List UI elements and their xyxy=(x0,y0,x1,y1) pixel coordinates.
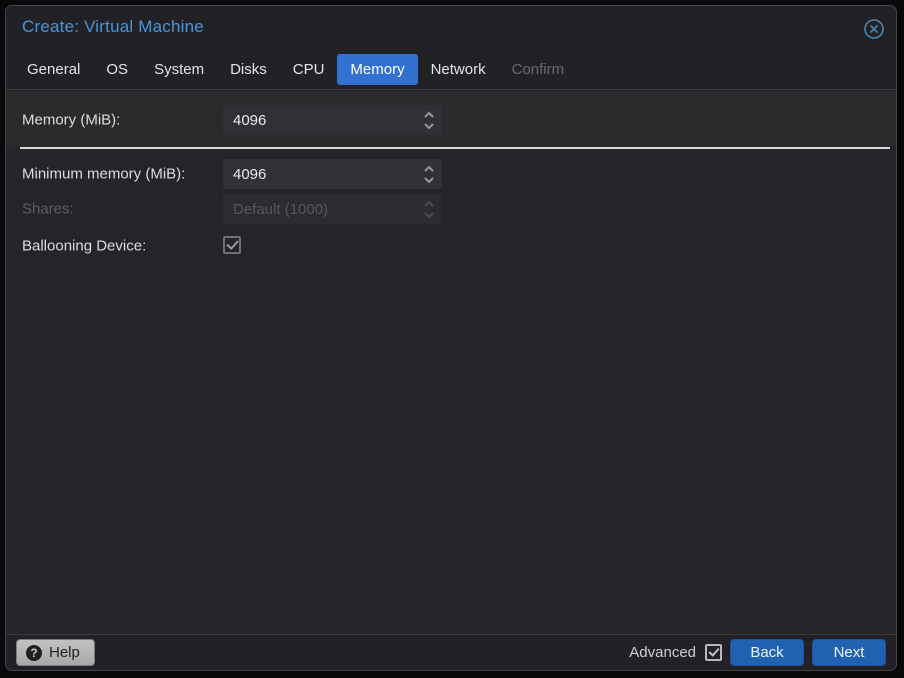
shares-label: Shares: xyxy=(22,200,74,218)
minimum-memory-row: Minimum memory (MiB): 4096 xyxy=(6,159,896,189)
tab-general[interactable]: General xyxy=(14,54,93,85)
memory-spinner-field[interactable]: 4096 xyxy=(223,105,442,135)
memory-row: Memory (MiB): 4096 xyxy=(6,105,896,135)
help-button[interactable]: ? Help xyxy=(16,639,95,666)
spinner-down-button xyxy=(423,209,435,220)
create-vm-dialog: Create: Virtual Machine General OS Syste… xyxy=(5,5,897,671)
spinner-down-button[interactable] xyxy=(423,120,435,131)
tab-disks[interactable]: Disks xyxy=(217,54,280,85)
shares-spinner-field: Default (1000) xyxy=(223,194,442,224)
close-icon xyxy=(864,19,884,39)
dialog-title: Create: Virtual Machine xyxy=(22,17,204,36)
spinner-up-button[interactable] xyxy=(423,109,435,120)
ballooning-row: Ballooning Device: xyxy=(6,235,896,257)
minimum-memory-value: 4096 xyxy=(233,165,267,183)
help-icon: ? xyxy=(26,644,42,661)
ballooning-label: Ballooning Device: xyxy=(22,237,147,255)
shares-value: Default (1000) xyxy=(233,200,329,218)
dialog-footer: ? Help Advanced Back Next xyxy=(6,634,896,670)
minimum-memory-label: Minimum memory (MiB): xyxy=(22,165,186,183)
spinner-up-button xyxy=(423,198,435,209)
minimum-memory-spinner-buttons xyxy=(416,159,442,189)
wizard-tabbar: General OS System Disks CPU Memory Netwo… xyxy=(14,52,888,86)
shares-spinner-buttons xyxy=(416,194,442,224)
chevron-down-icon xyxy=(424,176,434,183)
ballooning-checkbox[interactable] xyxy=(223,236,241,254)
memory-label: Memory (MiB): xyxy=(22,111,121,129)
advanced-checkbox[interactable] xyxy=(705,644,722,661)
back-button[interactable]: Back xyxy=(730,639,804,666)
spinner-up-button[interactable] xyxy=(423,163,435,174)
dialog-header: Create: Virtual Machine General OS Syste… xyxy=(6,6,896,90)
advanced-label: Advanced xyxy=(629,644,696,661)
footer-actions: Advanced Back Next xyxy=(629,639,886,666)
chevron-up-icon xyxy=(424,111,434,118)
tab-os[interactable]: OS xyxy=(93,54,141,85)
tab-system[interactable]: System xyxy=(141,54,217,85)
memory-value: 4096 xyxy=(233,111,267,129)
minimum-memory-spinner-field[interactable]: 4096 xyxy=(223,159,442,189)
advanced-section-divider xyxy=(20,147,890,149)
chevron-up-icon xyxy=(424,200,434,207)
tab-network[interactable]: Network xyxy=(418,54,499,85)
chevron-up-icon xyxy=(424,165,434,172)
help-button-label: Help xyxy=(49,644,80,661)
tab-confirm: Confirm xyxy=(499,54,578,85)
tab-memory[interactable]: Memory xyxy=(337,53,418,85)
memory-spinner-buttons xyxy=(416,105,442,135)
shares-row: Shares: Default (1000) xyxy=(6,194,896,224)
chevron-down-icon xyxy=(424,122,434,129)
tab-cpu[interactable]: CPU xyxy=(280,54,338,85)
spinner-down-button[interactable] xyxy=(423,174,435,185)
next-button[interactable]: Next xyxy=(812,639,886,666)
chevron-down-icon xyxy=(424,211,434,218)
close-button[interactable] xyxy=(862,17,886,41)
